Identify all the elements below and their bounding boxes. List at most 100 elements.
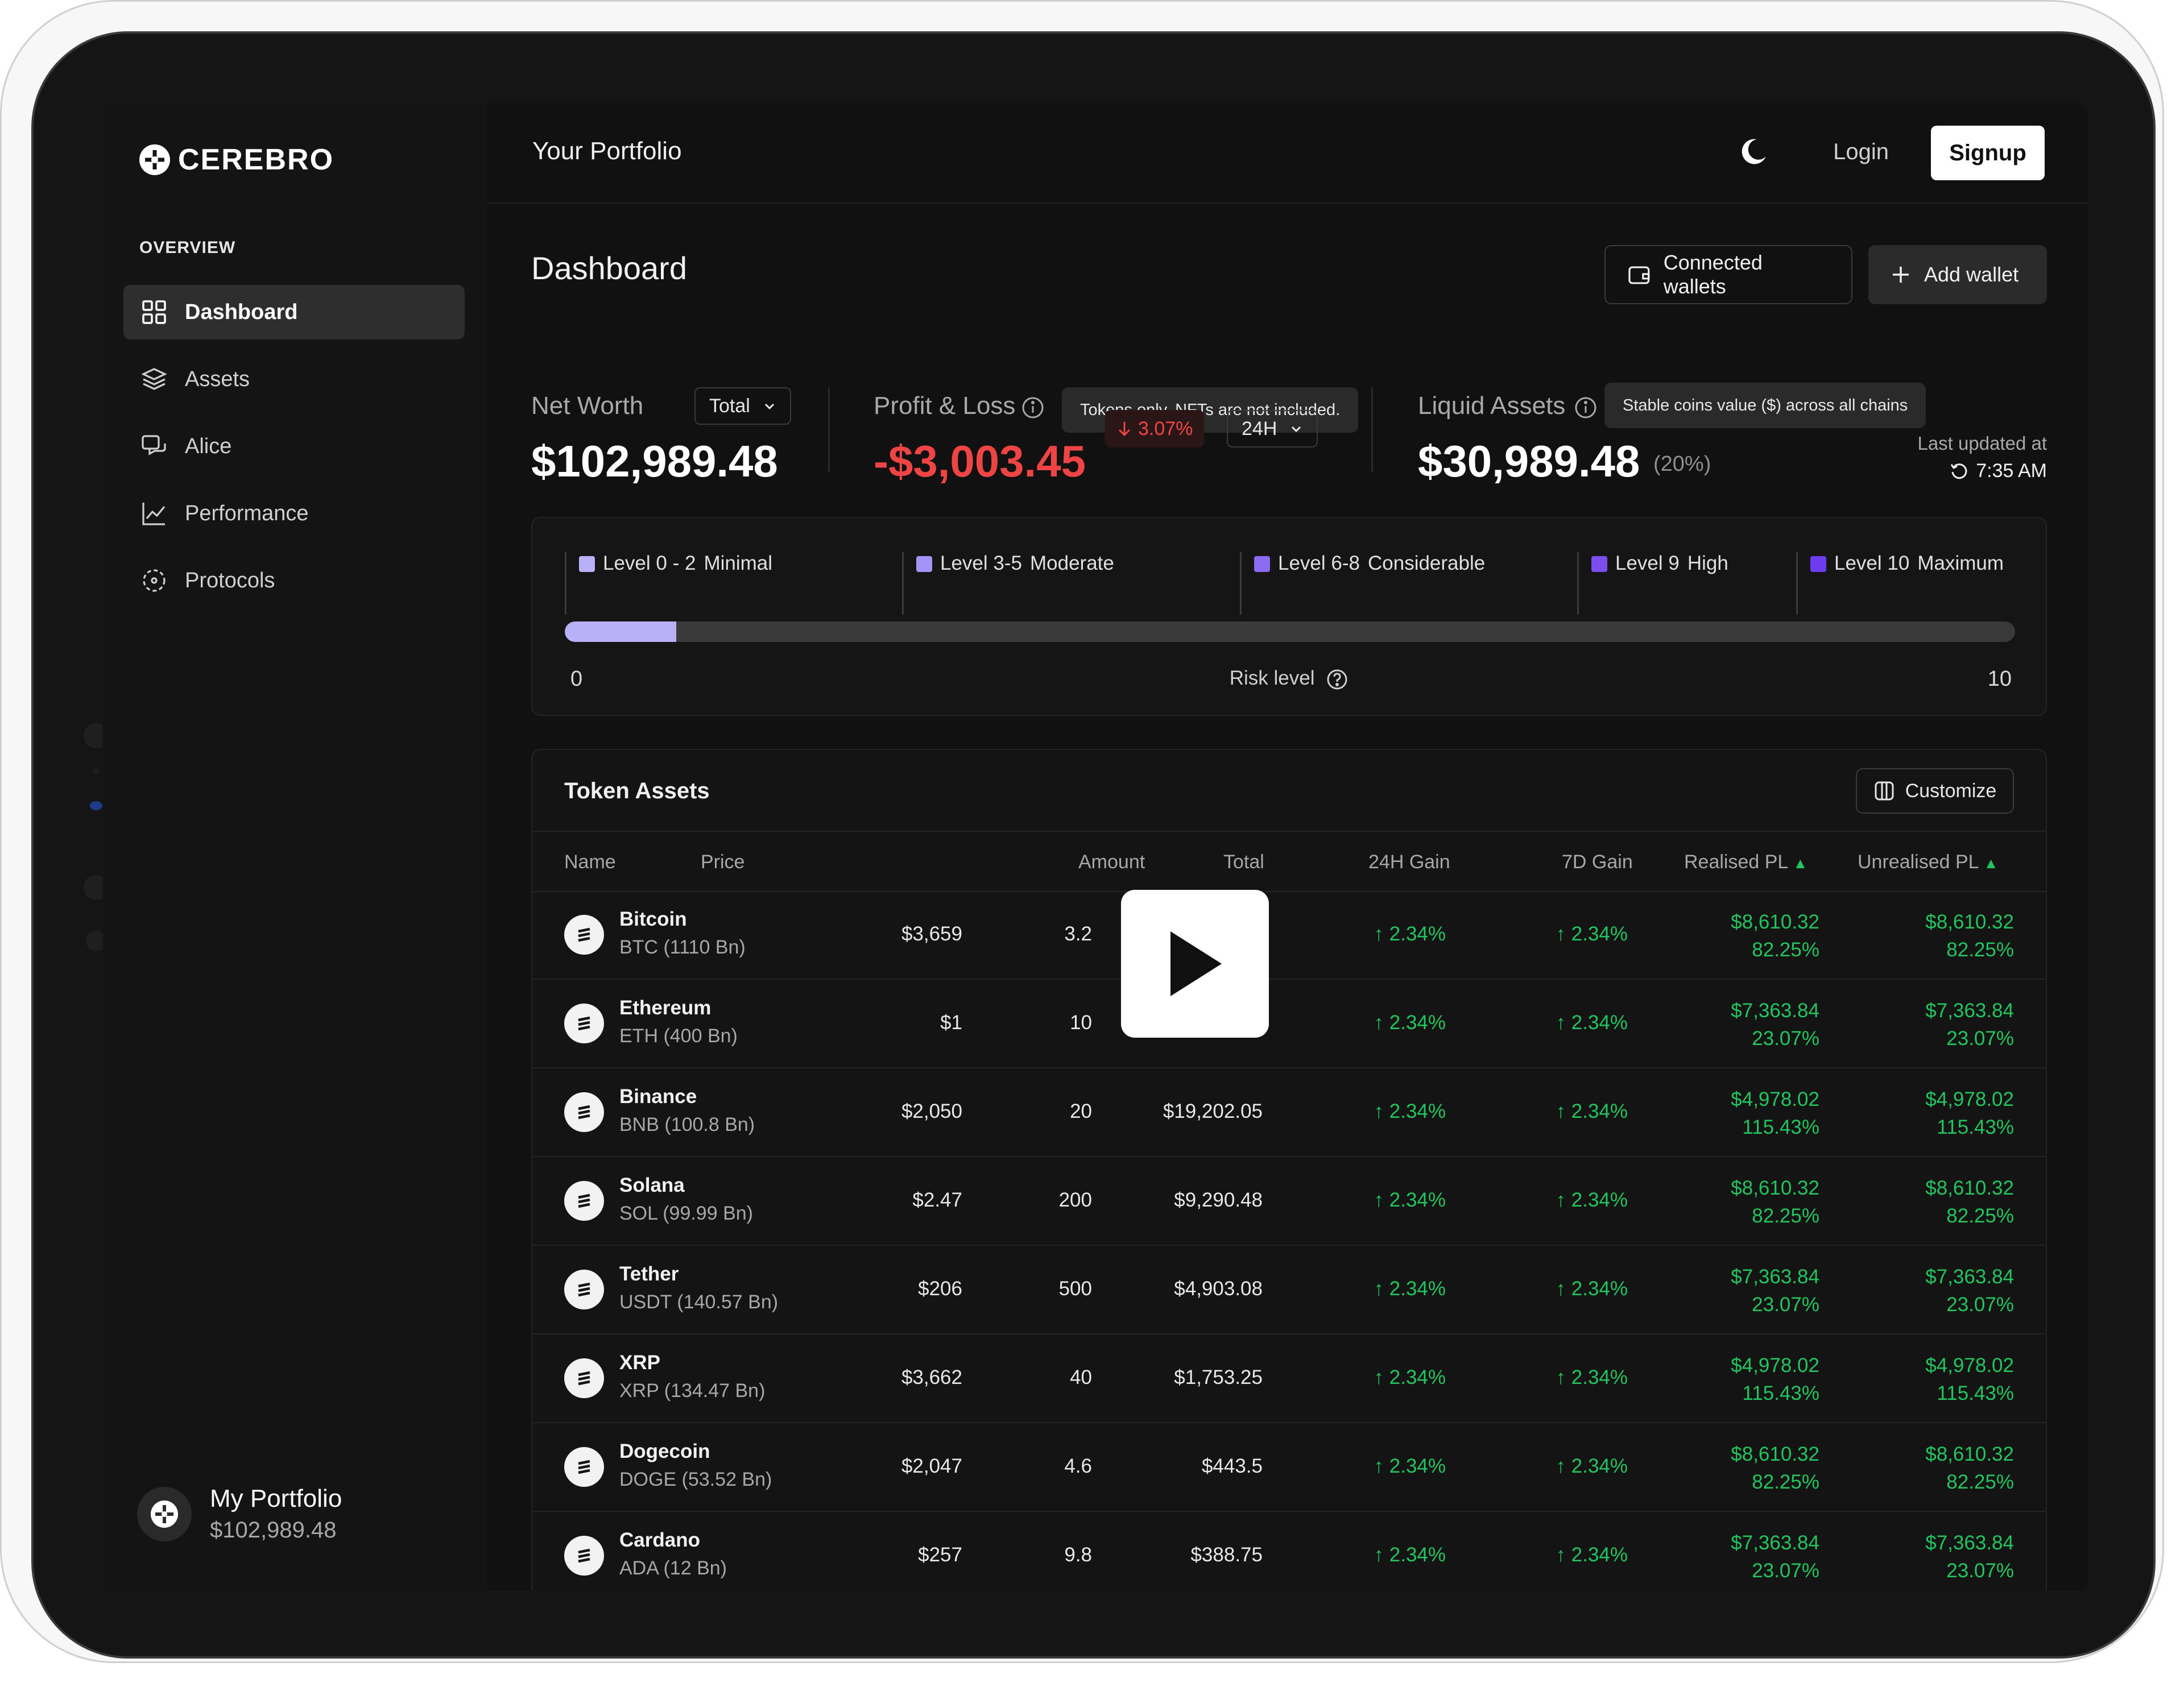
realised-pl-cell: $4,978.02 115.43% (1731, 1352, 1819, 1407)
table-row[interactable]: EthereumETH (400 Bn)$110$25,842.5↑ 2.34%… (532, 980, 2046, 1068)
unrealised-pl-cell: $7,363.84 23.07% (1925, 1529, 2014, 1585)
unrealised-pl-percent: 115.43% (1937, 1116, 2014, 1138)
signup-button[interactable]: Signup (1931, 126, 2045, 180)
gain-7d-cell: ↑ 2.34% (1556, 1100, 1628, 1123)
portfolio-value: $102,989.48 (210, 1518, 337, 1543)
connected-wallets-button[interactable]: Connected wallets (1604, 245, 1852, 304)
unrealised-pl-percent: 115.43% (1937, 1382, 2014, 1404)
help-icon[interactable] (1326, 668, 1349, 691)
add-wallet-label: Add wallet (1924, 263, 2019, 286)
unrealised-pl-value: $8,610.32 (1925, 1177, 2014, 1199)
gain-24h-value: 2.34% (1389, 923, 1446, 945)
column-header-name[interactable]: Name (564, 851, 616, 873)
column-header-price[interactable]: Price (701, 851, 744, 873)
info-icon[interactable] (1574, 396, 1598, 420)
arrow-up-icon: ↑ (1374, 1189, 1389, 1211)
customize-button[interactable]: Customize (1856, 768, 2014, 814)
total-cell: $9,290.48 (1174, 1189, 1263, 1211)
amount-cell: 9.8 (1064, 1544, 1092, 1566)
tablet-bezel: CEREBRO OVERVIEW Dashboard Assets Alice … (31, 31, 2156, 1659)
column-header-7d-gain[interactable]: 7D Gain (1562, 851, 1633, 873)
arrow-down-icon (1118, 422, 1131, 437)
table-title: Token Assets (564, 778, 710, 803)
risk-name: High (1687, 552, 1728, 574)
coin-icon (564, 1181, 604, 1221)
coin-icon (564, 915, 604, 955)
unrealised-pl-percent: 82.25% (1946, 1205, 2014, 1227)
profit-loss-value: -$3,003.45 (874, 436, 1086, 486)
layers-icon (140, 366, 168, 393)
sort-up-icon: ▲ (1793, 855, 1808, 872)
risk-level-card: Level 0 - 2 Minimal Level 3-5 Moderate Lev… (531, 517, 2047, 716)
unrealised-pl-cell: $7,363.84 23.07% (1925, 997, 2014, 1052)
arrow-up-icon: ↑ (1374, 1455, 1389, 1477)
sidebar-item-label: Assets (185, 367, 250, 391)
risk-meter-fill (565, 621, 677, 642)
gain-24h-cell: ↑ 2.34% (1374, 1012, 1446, 1034)
table-row[interactable]: Solana SOL (99.99 Bn) $2.47 200 $9,290.48 ↑ 2… (532, 1157, 2046, 1246)
risk-swatch (1591, 556, 1607, 572)
login-link[interactable]: Login (1833, 139, 1889, 165)
risk-swatch (916, 556, 932, 572)
sidebar-item-dashboard[interactable]: Dashboard (123, 285, 465, 339)
brand-logo[interactable]: CEREBRO (138, 143, 334, 177)
unrealised-pl-value: $7,363.84 (1925, 1266, 2014, 1288)
coin-symbol: DOGE (53.52 Bn) (619, 1469, 772, 1490)
coin-icon (564, 1004, 604, 1043)
last-updated-label: Last updated at (1917, 433, 2047, 454)
video-play-button[interactable] (1121, 890, 1269, 1038)
realised-pl-cell: $8,610.32 82.25% (1731, 908, 1819, 964)
info-icon[interactable] (1021, 396, 1045, 420)
table-row[interactable]: Cardano ADA (12 Bn) $257 9.8 $388.75 ↑ 2.34% ↑… (532, 1512, 2046, 1590)
realised-pl-percent: 115.43% (1742, 1382, 1819, 1404)
column-header-unrealised-pl[interactable]: Unrealised PL ▲ (1858, 851, 1999, 873)
period-select[interactable]: 24H (1227, 410, 1318, 447)
realised-pl-cell: $7,363.84 23.07% (1731, 1529, 1819, 1585)
profit-loss-label: Profit & Loss (874, 392, 1016, 420)
gain-24h-value: 2.34% (1389, 1544, 1446, 1566)
table-row[interactable]: Tether USDT (140.57 Bn) $206 500 $4,903.08 ↑ … (532, 1246, 2046, 1334)
sidebar-item-assets[interactable]: Assets (123, 352, 465, 407)
column-header-amount[interactable]: Amount (1078, 851, 1145, 873)
divider (828, 387, 830, 472)
arrow-up-icon: ↑ (1556, 1278, 1571, 1300)
net-worth-select[interactable]: Total (694, 387, 791, 425)
coin-name: Binance (619, 1085, 697, 1108)
unrealised-pl-cell: $8,610.32 82.25% (1925, 908, 2014, 964)
unrealised-pl-cell: $4,978.02 115.43% (1925, 1352, 2014, 1407)
sidebar-item-protocols[interactable]: Protocols (123, 553, 465, 608)
gain-7d-value: 2.34% (1571, 1100, 1628, 1122)
table-row[interactable]: Dogecoin DOGE (53.52 Bn) $2,047 4.6 $443.5 ↑ … (532, 1423, 2046, 1512)
coin-symbol: ADA (12 Bn) (619, 1557, 727, 1579)
unrealised-pl-cell: $4,978.02 115.43% (1925, 1085, 2014, 1141)
sidebar-item-alice[interactable]: Alice (123, 419, 465, 474)
realised-pl-cell: $8,610.32 82.25% (1731, 1440, 1819, 1496)
price-cell: $2,047 (901, 1455, 962, 1477)
column-header-realised-pl[interactable]: Realised PL ▲ (1684, 851, 1807, 873)
column-header-total[interactable]: Total (1223, 851, 1264, 873)
unrealised-pl-value: $7,363.84 (1925, 1532, 2014, 1554)
coin-icon (564, 1536, 604, 1576)
arrow-up-icon: ↑ (1556, 1544, 1571, 1566)
coin-name: Tether (619, 1263, 679, 1285)
customize-label: Customize (1905, 780, 1997, 802)
column-header-24h-gain[interactable]: 24H Gain (1368, 851, 1450, 873)
price-cell: $257 (918, 1544, 962, 1566)
liquid-assets-label: Liquid Assets (1418, 392, 1566, 420)
table-row[interactable]: XRP XRP (134.47 Bn) $3,662 40 $1,753.25 ↑ 2.3… (532, 1334, 2046, 1423)
column-header-label: Unrealised PL (1858, 851, 1979, 873)
price-cell: $2,050 (901, 1100, 962, 1122)
portfolio-summary[interactable]: My Portfolio $102,989.48 (137, 1485, 342, 1543)
moon-icon[interactable] (1738, 136, 1769, 168)
last-updated-time-group[interactable]: 7:35 AM (1950, 460, 2047, 482)
table-row[interactable]: Binance BNB (100.8 Bn) $2,050 20 $19,202.05 ↑… (532, 1068, 2046, 1157)
table-row[interactable]: BitcoinBTC (1110 Bn)$3,6593.2$39,281.56↑… (532, 891, 2046, 980)
camera-lens (90, 801, 102, 810)
unrealised-pl-percent: 82.25% (1946, 939, 2014, 961)
unrealised-pl-cell: $8,610.32 82.25% (1925, 1174, 2014, 1230)
add-wallet-button[interactable]: Add wallet (1868, 245, 2047, 304)
coin-symbol: ETH (400 Bn) (619, 1025, 738, 1047)
sidebar: CEREBRO OVERVIEW Dashboard Assets Alice … (103, 103, 487, 1590)
net-worth-select-value: Total (709, 395, 750, 417)
sidebar-item-performance[interactable]: Performance (123, 486, 465, 541)
